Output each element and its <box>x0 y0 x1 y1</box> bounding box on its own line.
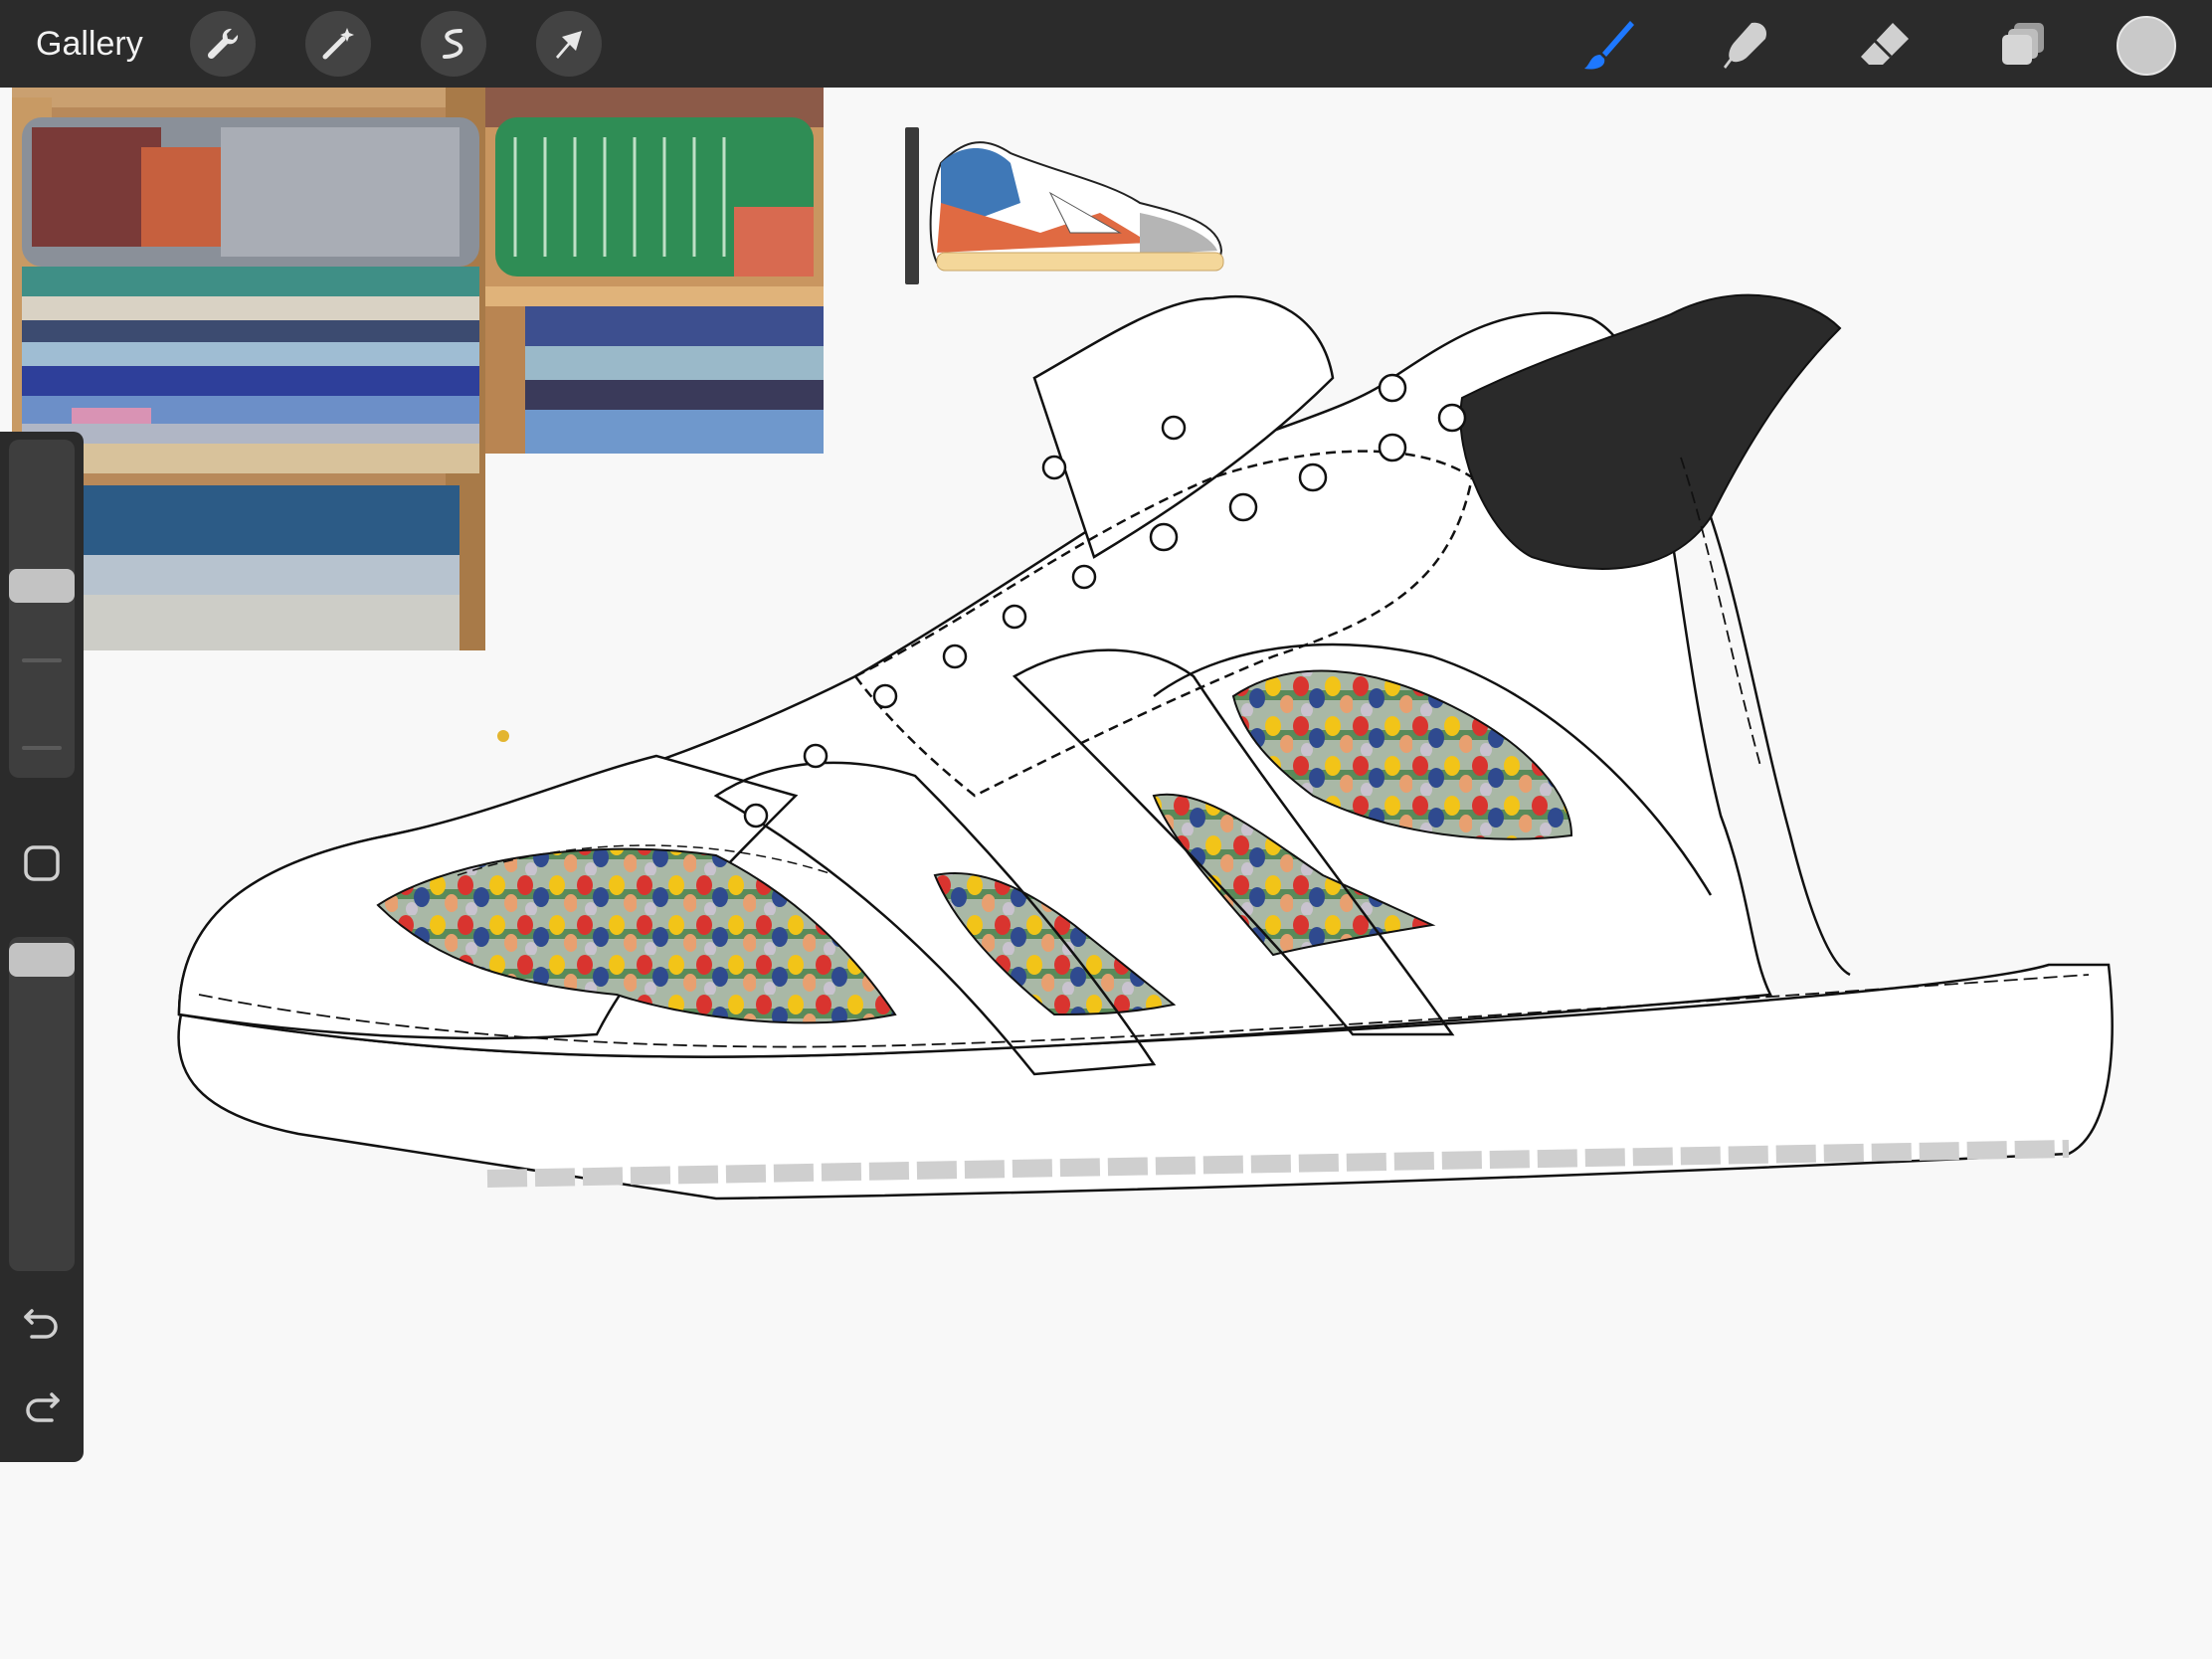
transform-arrow-icon <box>556 31 582 59</box>
opacity-slider[interactable] <box>9 937 75 1271</box>
undo-button[interactable] <box>14 1299 70 1355</box>
eraser-icon <box>1861 23 1909 65</box>
actions-button[interactable] <box>190 11 256 77</box>
gallery-button[interactable]: Gallery <box>36 20 143 68</box>
shoe-drawing-canvas[interactable] <box>159 278 2128 1293</box>
redo-button[interactable] <box>14 1382 70 1438</box>
brush-size-slider-thumb[interactable] <box>9 569 75 603</box>
transform-button[interactable] <box>536 11 602 77</box>
brush-icon <box>1584 21 1634 70</box>
brush-size-slider[interactable] <box>9 440 75 778</box>
adjustments-button[interactable] <box>305 11 371 77</box>
opacity-slider-thumb[interactable] <box>9 943 75 977</box>
selection-icon <box>443 29 463 59</box>
modify-button[interactable] <box>14 835 70 891</box>
reference-shoe-thumbnail[interactable] <box>901 123 1229 288</box>
slider-tick <box>22 658 62 662</box>
selection-button[interactable] <box>421 11 486 77</box>
undo-icon <box>24 1309 58 1339</box>
modify-square-icon <box>24 845 60 881</box>
top-toolbar: Gallery <box>0 0 2212 88</box>
color-dot-mark <box>497 730 509 742</box>
redo-icon <box>26 1392 60 1422</box>
eraser-tool-button[interactable] <box>1854 14 1916 76</box>
magic-wand-icon <box>322 28 354 60</box>
left-sidebar <box>0 432 84 1462</box>
layers-icon <box>2002 23 2044 65</box>
smudge-icon <box>1724 22 1767 69</box>
color-picker-button[interactable] <box>2117 16 2176 76</box>
brush-tool-button[interactable] <box>1577 14 1639 76</box>
wrench-icon <box>207 28 239 60</box>
smudge-tool-button[interactable] <box>1715 14 1776 76</box>
slider-tick <box>22 746 62 750</box>
layers-button[interactable] <box>1993 14 2055 76</box>
